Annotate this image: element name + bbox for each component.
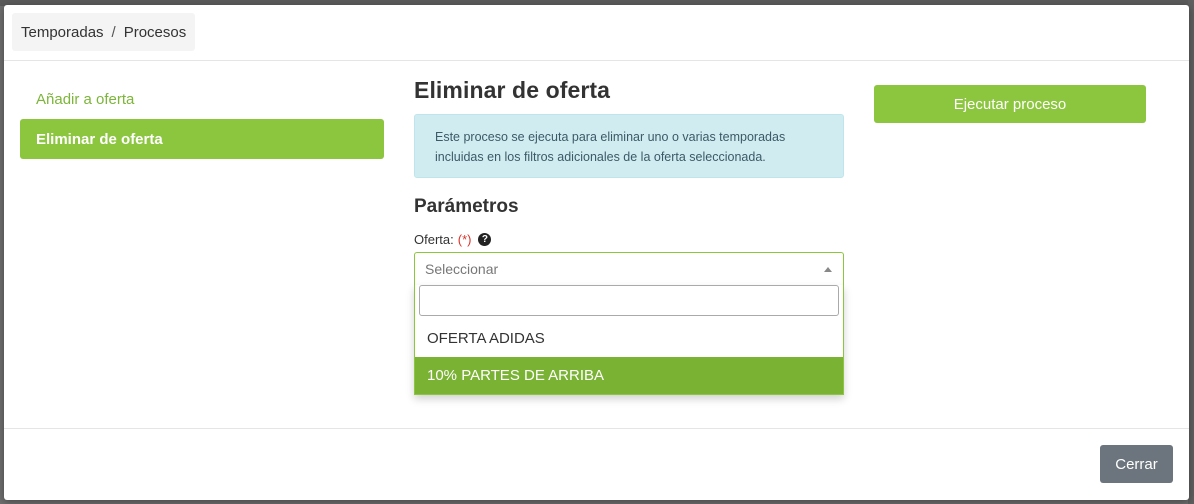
close-button[interactable]: Cerrar <box>1100 445 1173 483</box>
execute-process-button[interactable]: Ejecutar proceso <box>874 85 1146 123</box>
oferta-label-text: Oferta: <box>414 232 454 247</box>
dropdown-option-highlighted[interactable]: 10% PARTES DE ARRIBA <box>415 357 843 394</box>
oferta-select[interactable]: Seleccionar <box>414 252 844 285</box>
sidebar-item-eliminar-de-oferta[interactable]: Eliminar de oferta <box>20 119 384 159</box>
sidebar-item-anadir-a-oferta[interactable]: Añadir a oferta <box>20 79 384 119</box>
dropdown-search-wrap <box>415 285 843 320</box>
modal-footer-divider <box>4 428 1189 429</box>
oferta-dropdown: OFERTA ADIDAS 10% PARTES DE ARRIBA <box>414 285 844 395</box>
process-sidebar: Añadir a oferta Eliminar de oferta <box>20 79 384 159</box>
breadcrumb-item-temporadas[interactable]: Temporadas <box>21 24 104 41</box>
dropdown-search-input[interactable] <box>419 285 839 316</box>
question-circle-icon[interactable]: ? <box>478 233 492 246</box>
info-alert: Este proceso se ejecuta para eliminar un… <box>414 114 844 178</box>
required-mark: (*) <box>457 232 472 247</box>
page-title: Eliminar de oferta <box>414 77 611 103</box>
oferta-field-label: Oferta: (*) ? <box>414 232 844 247</box>
breadcrumb: Temporadas / Procesos <box>12 13 196 51</box>
parameters-heading: Parámetros <box>414 196 519 217</box>
breadcrumb-item-procesos: Procesos <box>123 23 187 41</box>
modal-header: Temporadas / Procesos <box>4 5 1189 61</box>
breadcrumb-separator: / <box>111 23 116 41</box>
process-content: Eliminar de oferta Este proceso se ejecu… <box>414 77 844 395</box>
process-modal: Temporadas / Procesos Añadir a oferta El… <box>4 5 1189 500</box>
dropdown-option[interactable]: OFERTA ADIDAS <box>415 320 843 357</box>
caret-up-icon <box>824 266 832 272</box>
oferta-select-placeholder: Seleccionar <box>425 261 499 277</box>
